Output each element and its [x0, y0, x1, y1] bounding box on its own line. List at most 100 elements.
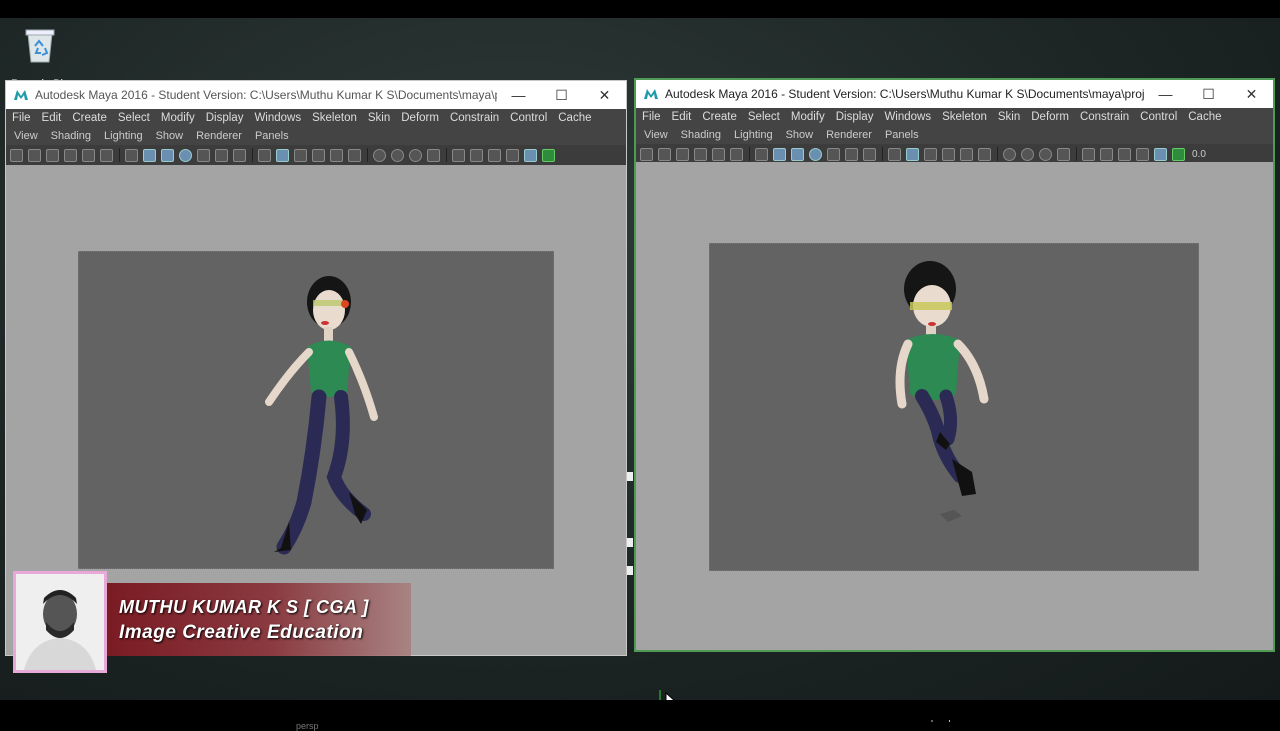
depth-of-field-icon[interactable]	[427, 148, 440, 162]
menu-cache[interactable]: Cache	[558, 112, 591, 124]
backface-culling-icon[interactable]	[524, 148, 537, 162]
menu-skin[interactable]: Skin	[998, 111, 1020, 123]
field-chart-icon[interactable]	[827, 147, 840, 161]
menu-modify[interactable]: Modify	[161, 112, 195, 124]
minimize-button[interactable]: —	[497, 81, 540, 109]
isolate-select-icon[interactable]	[1082, 147, 1095, 161]
menu-constrain[interactable]: Constrain	[1080, 111, 1129, 123]
smooth-shade-icon[interactable]	[906, 147, 919, 161]
menu-file[interactable]: File	[12, 112, 31, 124]
wireframe-icon[interactable]	[888, 147, 901, 161]
menu-skeleton[interactable]: Skeleton	[942, 111, 987, 123]
maya-window-right[interactable]: Autodesk Maya 2016 - Student Version: C:…	[634, 78, 1275, 722]
motion-blur-icon[interactable]	[391, 148, 404, 162]
minimize-button[interactable]: —	[1144, 80, 1187, 108]
safe-title-icon[interactable]	[233, 148, 246, 162]
panel-menu-lighting[interactable]: Lighting	[734, 129, 773, 141]
camera-icon[interactable]	[10, 148, 23, 162]
2d-pan-icon[interactable]	[100, 148, 113, 162]
menu-cache[interactable]: Cache	[1188, 111, 1221, 123]
xray-joints-icon[interactable]	[1118, 147, 1131, 161]
ambient-occlusion-icon[interactable]	[1003, 147, 1016, 161]
viewport-2-icon[interactable]	[1172, 147, 1185, 161]
xray-joints-icon[interactable]	[488, 148, 501, 162]
grease-pencil-icon[interactable]	[712, 147, 725, 161]
menu-skin[interactable]: Skin	[368, 112, 390, 124]
safe-title-icon[interactable]	[863, 147, 876, 161]
resolution-gate-icon[interactable]	[161, 148, 174, 162]
xray-components-icon[interactable]	[1136, 147, 1149, 161]
xray-icon[interactable]	[470, 148, 483, 162]
viewport-2-icon[interactable]	[542, 148, 555, 162]
grid-icon[interactable]	[755, 147, 768, 161]
motion-blur-icon[interactable]	[1021, 147, 1034, 161]
menu-edit[interactable]: Edit	[42, 112, 62, 124]
smooth-shade-icon[interactable]	[276, 148, 289, 162]
menu-create[interactable]: Create	[72, 112, 107, 124]
menu-modify[interactable]: Modify	[791, 111, 825, 123]
resolution-gate-icon[interactable]	[791, 147, 804, 161]
title-bar[interactable]: Autodesk Maya 2016 - Student Version: C:…	[6, 81, 626, 109]
panel-menu-panels[interactable]: Panels	[255, 130, 289, 142]
menu-windows[interactable]: Windows	[254, 112, 301, 124]
camera-attributes-icon[interactable]	[28, 148, 41, 162]
textured-icon[interactable]	[942, 147, 955, 161]
maximize-button[interactable]: ☐	[540, 81, 583, 109]
film-gate-icon[interactable]	[773, 147, 786, 161]
wireframe-on-shaded-icon[interactable]	[294, 148, 307, 162]
grid-icon[interactable]	[125, 148, 138, 162]
use-all-lights-icon[interactable]	[960, 147, 973, 161]
panel-menu-show[interactable]: Show	[786, 129, 814, 141]
maya-window-left[interactable]: Autodesk Maya 2016 - Student Version: C:…	[5, 80, 627, 731]
gate-mask-icon[interactable]	[809, 147, 822, 161]
menu-file[interactable]: File	[642, 111, 661, 123]
viewport-persp1[interactable]: persp1	[636, 162, 1273, 722]
menu-control[interactable]: Control	[1140, 111, 1177, 123]
menu-display[interactable]: Display	[206, 112, 244, 124]
panel-menu-view[interactable]: View	[14, 130, 38, 142]
menu-constrain[interactable]: Constrain	[450, 112, 499, 124]
safe-action-icon[interactable]	[845, 147, 858, 161]
isolate-select-icon[interactable]	[452, 148, 465, 162]
shadows-icon[interactable]	[978, 147, 991, 161]
panel-menu-renderer[interactable]: Renderer	[826, 129, 872, 141]
anti-aliasing-icon[interactable]	[409, 148, 422, 162]
2d-pan-icon[interactable]	[730, 147, 743, 161]
image-plane-icon[interactable]	[694, 147, 707, 161]
camera-icon[interactable]	[640, 147, 653, 161]
panel-menu-panels[interactable]: Panels	[885, 129, 919, 141]
camera-attributes-icon[interactable]	[658, 147, 671, 161]
wireframe-icon[interactable]	[258, 148, 271, 162]
xray-components-icon[interactable]	[506, 148, 519, 162]
splitter-handle[interactable]	[627, 538, 633, 547]
textured-icon[interactable]	[312, 148, 325, 162]
panel-menu-shading[interactable]: Shading	[681, 129, 721, 141]
panel-menu-shading[interactable]: Shading	[51, 130, 91, 142]
bookmark-icon[interactable]	[46, 148, 59, 162]
xray-icon[interactable]	[1100, 147, 1113, 161]
menu-edit[interactable]: Edit	[672, 111, 692, 123]
splitter-handle[interactable]	[627, 472, 633, 481]
menu-create[interactable]: Create	[702, 111, 737, 123]
bookmark-icon[interactable]	[676, 147, 689, 161]
wireframe-on-shaded-icon[interactable]	[924, 147, 937, 161]
exposure-value[interactable]: 0.0	[1192, 149, 1206, 160]
use-all-lights-icon[interactable]	[330, 148, 343, 162]
shadows-icon[interactable]	[348, 148, 361, 162]
close-button[interactable]: ✕	[1230, 80, 1273, 108]
recycle-bin[interactable]: Recycle Bin	[10, 26, 70, 84]
menu-control[interactable]: Control	[510, 112, 547, 124]
backface-culling-icon[interactable]	[1154, 147, 1167, 161]
anti-aliasing-icon[interactable]	[1039, 147, 1052, 161]
panel-menu-lighting[interactable]: Lighting	[104, 130, 143, 142]
menu-deform[interactable]: Deform	[1031, 111, 1069, 123]
menu-select[interactable]: Select	[118, 112, 150, 124]
panel-menu-view[interactable]: View	[644, 129, 668, 141]
title-bar[interactable]: Autodesk Maya 2016 - Student Version: C:…	[636, 80, 1273, 108]
grease-pencil-icon[interactable]	[82, 148, 95, 162]
menu-select[interactable]: Select	[748, 111, 780, 123]
ambient-occlusion-icon[interactable]	[373, 148, 386, 162]
menu-display[interactable]: Display	[836, 111, 874, 123]
depth-of-field-icon[interactable]	[1057, 147, 1070, 161]
menu-windows[interactable]: Windows	[884, 111, 931, 123]
